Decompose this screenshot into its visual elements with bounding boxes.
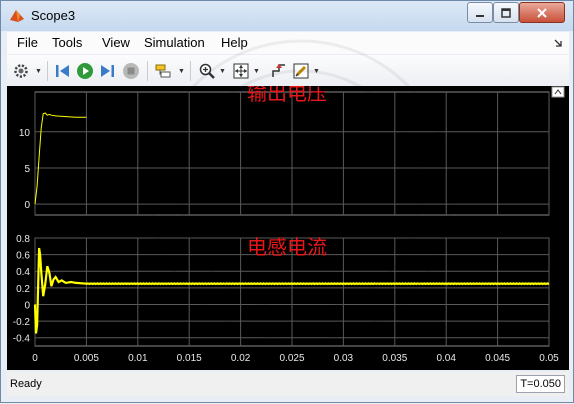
- highlight-block-icon: [155, 64, 171, 78]
- x-tick-label: 0.03: [334, 353, 354, 364]
- menu-help[interactable]: Help: [221, 35, 248, 50]
- axes-expand-button[interactable]: [551, 86, 565, 98]
- x-tick-label: 0.05: [539, 353, 559, 364]
- pencil-icon: [293, 63, 309, 79]
- y-tick-label: 0.8: [16, 234, 30, 245]
- minimize-icon: [476, 14, 484, 17]
- x-tick-label: 0.02: [231, 353, 251, 364]
- zoom-in-icon: [199, 63, 215, 79]
- x-tick-label: 0.04: [436, 353, 456, 364]
- autoscale-icon: [233, 63, 249, 79]
- dock-arrow-icon[interactable]: [553, 38, 563, 48]
- x-tick-label: 0.035: [382, 353, 407, 364]
- axes-annotation: 电感电流: [247, 235, 327, 259]
- toolbar-separator: [190, 61, 191, 81]
- close-button[interactable]: [519, 2, 565, 23]
- status-bar: Ready T=0.050: [7, 372, 569, 396]
- zoom-dropdown-icon[interactable]: ▼: [219, 68, 226, 75]
- menu-simulation[interactable]: Simulation: [144, 35, 205, 50]
- x-tick-label: 0.045: [485, 353, 510, 364]
- window-title: Scope3: [31, 8, 76, 23]
- settings-dropdown-icon[interactable]: ▼: [35, 68, 42, 75]
- output-voltage-axes: 0 5 10 输出电压: [19, 81, 550, 216]
- y-tick-label: 0: [24, 200, 30, 211]
- autoscale-dropdown-icon[interactable]: ▼: [253, 68, 260, 75]
- toolbar: ▼ ▼ ▼ ▼ ▼: [7, 55, 569, 87]
- trigger-icon: [272, 64, 285, 77]
- y-tick-label: 0.6: [16, 251, 30, 262]
- matlab-icon: [10, 10, 24, 22]
- axes-annotation: 输出电压: [247, 86, 327, 105]
- gear-icon: [14, 64, 28, 78]
- stop-button[interactable]: [121, 61, 141, 81]
- y-tick-label: 0.4: [16, 267, 30, 278]
- style-button[interactable]: [291, 61, 311, 81]
- maximize-icon: [501, 7, 511, 18]
- scope-plots: 0510输出电压 0.80.60.40.20-0.2-0.40 0.005 0.01…: [13, 81, 565, 364]
- x-tick-label: 0.025: [279, 353, 304, 364]
- x-tick-label: 0: [32, 353, 38, 364]
- play-icon: [77, 63, 93, 79]
- highlight-button[interactable]: [153, 61, 173, 81]
- y-tick-label: 0.2: [16, 284, 30, 295]
- simulation-time: T=0.050: [516, 375, 565, 393]
- step-back-button[interactable]: [53, 61, 73, 81]
- step-forward-button[interactable]: [97, 61, 117, 81]
- run-button[interactable]: [75, 61, 95, 81]
- y-tick-label: 10: [19, 128, 31, 139]
- close-icon: [537, 7, 547, 18]
- x-tick-label: 0.015: [177, 353, 202, 364]
- menu-view[interactable]: View: [102, 35, 130, 50]
- inductor-current-axes: 0.80.60.40.20-0.2-0.40 0.005 0.01 0.015 0.02…: [13, 234, 559, 364]
- trigger-button[interactable]: [269, 61, 289, 81]
- y-tick-label: -0.2: [13, 317, 31, 328]
- menu-tools[interactable]: Tools: [52, 35, 82, 50]
- settings-button[interactable]: [11, 61, 31, 81]
- status-text: Ready: [10, 378, 42, 390]
- highlight-dropdown-icon[interactable]: ▼: [178, 68, 185, 75]
- step-forward-icon: [101, 65, 114, 77]
- style-dropdown-icon[interactable]: ▼: [313, 68, 320, 75]
- scope-window: Scope3 File Tools View Simulation Help ▼: [0, 0, 574, 403]
- x-tick-label: 0.005: [74, 353, 99, 364]
- y-tick-label: 5: [24, 164, 30, 175]
- toolbar-separator: [47, 61, 48, 81]
- toolbar-separator: [147, 61, 148, 81]
- minimize-button[interactable]: [467, 2, 493, 23]
- autoscale-button[interactable]: [231, 61, 251, 81]
- y-tick-label: -0.4: [13, 334, 31, 345]
- step-back-icon: [56, 65, 69, 77]
- title-bar: Scope3: [1, 1, 573, 31]
- maximize-button[interactable]: [493, 2, 519, 23]
- stop-icon: [123, 63, 139, 79]
- x-tick-label: 0.01: [128, 353, 148, 364]
- menu-file[interactable]: File: [17, 35, 38, 50]
- y-tick-label: 0: [24, 300, 30, 311]
- menu-bar: File Tools View Simulation Help: [7, 32, 569, 54]
- zoom-button[interactable]: [197, 61, 217, 81]
- scope-display: 0 5 10 输出电压 0.8 0.6 0.4 0.2 0 -0.2 -0.4 0 0.005 0.01…: [7, 81, 569, 370]
